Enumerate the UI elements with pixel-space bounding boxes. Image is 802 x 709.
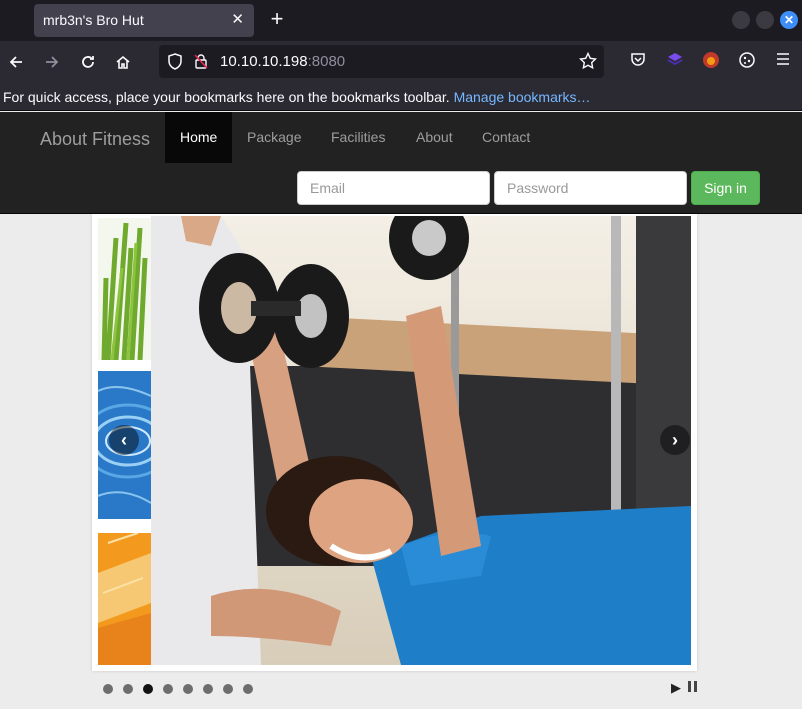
menu-hamburger-icon[interactable] bbox=[772, 51, 794, 73]
carousel-dot[interactable] bbox=[223, 684, 233, 694]
nav-contact[interactable]: Contact bbox=[467, 112, 545, 163]
tab-close-icon[interactable]: ✕ bbox=[231, 11, 244, 29]
browser-tab[interactable]: mrb3n's Bro Hut ✕ bbox=[34, 4, 254, 37]
nav-home[interactable]: Home bbox=[165, 112, 233, 163]
browser-tab-bar: mrb3n's Bro Hut ✕ + ✕ bbox=[0, 0, 802, 41]
tab-title: mrb3n's Bro Hut bbox=[43, 12, 144, 28]
address-bar[interactable]: 10.10.10.198:8080 bbox=[159, 45, 604, 78]
bookmarks-hint: For quick access, place your bookmarks h… bbox=[3, 89, 591, 105]
slide-fitness-image bbox=[151, 216, 691, 665]
cookie-icon[interactable] bbox=[736, 51, 758, 73]
carousel-dot[interactable] bbox=[183, 684, 193, 694]
nav-about[interactable]: About bbox=[401, 112, 468, 163]
thumb-grass-image bbox=[98, 218, 151, 361]
forward-arrow-icon[interactable] bbox=[39, 49, 65, 75]
site-navbar: About Fitness Home Package Facilities Ab… bbox=[0, 112, 802, 214]
new-tab-button[interactable]: + bbox=[266, 7, 288, 31]
bookmark-star-icon[interactable] bbox=[578, 51, 598, 75]
shield-icon[interactable] bbox=[167, 53, 183, 75]
bookmarks-hint-text: For quick access, place your bookmarks h… bbox=[3, 89, 450, 105]
home-icon[interactable] bbox=[110, 49, 136, 75]
carousel-dot[interactable] bbox=[103, 684, 113, 694]
thumb-fruit-image bbox=[98, 532, 151, 665]
carousel-dot[interactable] bbox=[163, 684, 173, 694]
url-port: :8080 bbox=[307, 53, 346, 70]
back-arrow-icon[interactable] bbox=[3, 49, 29, 75]
maximize-button[interactable] bbox=[756, 11, 774, 29]
carousel-play-icon[interactable]: ▶ bbox=[671, 680, 681, 696]
site-brand[interactable]: About Fitness bbox=[40, 129, 150, 150]
carousel-dot-active[interactable] bbox=[143, 684, 153, 694]
url-text[interactable]: 10.10.10.198:8080 bbox=[220, 53, 345, 70]
manage-bookmarks-link[interactable]: Manage bookmarks… bbox=[454, 89, 591, 105]
signin-button[interactable]: Sign in bbox=[691, 171, 760, 205]
pocket-icon[interactable] bbox=[627, 51, 649, 73]
nav-package[interactable]: Package bbox=[232, 112, 316, 163]
email-input[interactable]: Email bbox=[297, 171, 490, 205]
carousel-dot[interactable] bbox=[123, 684, 133, 694]
insecure-lock-icon[interactable] bbox=[193, 53, 209, 75]
extension-purple-icon[interactable] bbox=[664, 51, 686, 73]
url-host: 10.10.10.198 bbox=[220, 53, 308, 70]
minimize-button[interactable] bbox=[732, 11, 750, 29]
bookmarks-toolbar: For quick access, place your bookmarks h… bbox=[0, 83, 802, 111]
nav-facilities[interactable]: Facilities bbox=[316, 112, 400, 163]
image-carousel: ‹ › bbox=[80, 214, 697, 671]
carousel-pause-icon[interactable] bbox=[688, 681, 698, 692]
browser-nav-bar: 10.10.10.198:8080 bbox=[0, 41, 802, 83]
close-window-button[interactable]: ✕ bbox=[780, 11, 798, 29]
carousel-next-button[interactable]: › bbox=[660, 425, 690, 455]
carousel-dot[interactable] bbox=[203, 684, 213, 694]
reload-icon[interactable] bbox=[75, 49, 101, 75]
carousel-prev-button[interactable]: ‹ bbox=[109, 425, 139, 455]
carousel-dot[interactable] bbox=[243, 684, 253, 694]
extension-foxy-icon[interactable] bbox=[700, 51, 722, 73]
password-input[interactable]: Password bbox=[494, 171, 687, 205]
